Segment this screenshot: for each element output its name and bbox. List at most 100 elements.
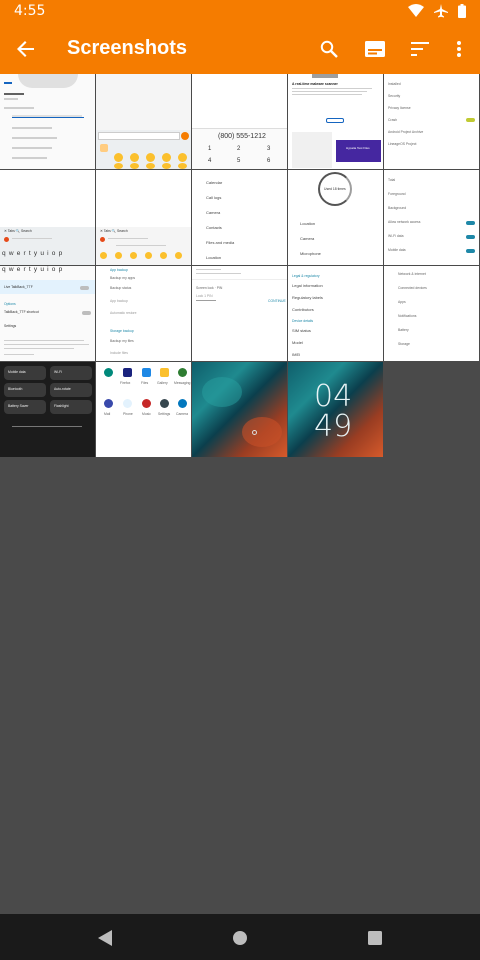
thumb-item: Model <box>292 340 303 345</box>
app-bar: Screenshots <box>0 24 480 74</box>
app-label: Messaging <box>174 381 191 385</box>
thumb-item: Privacy license <box>388 106 411 110</box>
search-button[interactable] <box>313 33 345 65</box>
thumb-item: Location <box>206 255 222 260</box>
thumb-item: Connected devices <box>398 286 427 290</box>
thumb-item: Legal information <box>292 283 323 288</box>
thumbnail-17[interactable]: Firefox Files Gallery Messaging Mail Pho… <box>96 362 191 457</box>
status-icons <box>408 4 466 18</box>
status-time: 4:55 <box>14 3 46 19</box>
thumbnail-3[interactable]: (800) 555-1212 1 2 3 4 5 6 <box>192 74 287 169</box>
navigation-bar <box>0 914 480 960</box>
thumbnail-15[interactable]: Network & internet Connected devices App… <box>384 266 479 361</box>
triangle-back-icon <box>98 930 112 946</box>
lockscreen-clock: 04 49 <box>314 379 353 444</box>
more-vert-icon <box>457 41 461 57</box>
thumb-item: Security <box>388 94 401 98</box>
thumb-item: Contacts <box>206 225 222 230</box>
thumb-item: Regulatory labels <box>292 295 323 300</box>
circle-home-icon <box>233 931 247 945</box>
thumb-item: Total <box>388 178 396 182</box>
thumb-item: IMEI <box>292 352 301 357</box>
thumb-item: Installed <box>388 82 401 86</box>
back-button[interactable] <box>10 33 42 65</box>
thumbnail-7[interactable]: ✕ Tabs 🔍 Search <box>96 170 191 265</box>
thumbnail-16[interactable]: Mobile data Wi-Fi Bluetooth Auto-rotate … <box>0 362 95 457</box>
qs-tile: Auto-rotate <box>54 387 71 391</box>
thumbnail-12[interactable]: App backup Backup my apps Backup status … <box>96 266 191 361</box>
sort-icon <box>411 42 429 56</box>
thumb-item: Foreground <box>388 192 406 196</box>
slideshow-icon <box>365 41 385 57</box>
thumb-section: Settings <box>4 324 17 328</box>
thumb-item: Files and media <box>206 240 235 245</box>
nav-back-button[interactable] <box>93 926 117 950</box>
thumb-item: Call logs <box>206 195 222 200</box>
thumb-item: Camera <box>206 210 221 215</box>
battery-icon <box>458 4 466 18</box>
thumb-item: Crash <box>388 118 398 122</box>
screenshot-grid: (800) 555-1212 1 2 3 4 5 6 A real-time m… <box>0 74 480 458</box>
thumbnail-9[interactable]: Used 18 times Location Camera Microphone <box>288 170 383 265</box>
square-recents-icon <box>368 931 382 945</box>
search-icon <box>320 40 338 58</box>
app-label: Mail <box>104 412 111 416</box>
thumbnail-11[interactable]: qwertyuiop Live TalkBack_TTF Options Tal… <box>0 266 95 361</box>
thumb-badge: Hypatia Test Files <box>346 146 370 150</box>
thumbnail-1[interactable] <box>0 74 95 169</box>
qs-tile: Bluetooth <box>8 387 23 391</box>
app-label: Files <box>141 381 149 385</box>
thumb-item: Location <box>300 221 316 226</box>
app-label: Music <box>142 412 151 416</box>
sort-button[interactable] <box>404 33 436 65</box>
thumbnail-13[interactable]: Screen lock · PIN Lock 1 PIN CONTINUE <box>192 266 287 361</box>
nav-recents-button[interactable] <box>363 926 387 950</box>
thumb-item: Camera <box>300 236 315 241</box>
thumb-item: LineageOS Project <box>388 142 417 146</box>
thumbnail-2[interactable] <box>96 74 191 169</box>
app-label: Gallery <box>157 381 168 385</box>
dialer-number: (800) 555-1212 <box>218 133 266 140</box>
app-label: Phone <box>123 412 133 416</box>
thumb-item: Background <box>388 206 407 210</box>
thumb-label: Live TalkBack_TTF <box>4 285 33 289</box>
app-label: Firefox <box>120 381 131 385</box>
thumb-item: Wi-Fi data <box>388 234 404 238</box>
thumb-item: SIM status <box>292 328 311 333</box>
thumbnail-5[interactable]: Installed Security Privacy license Crash… <box>384 74 479 169</box>
thumb-item: Storage <box>398 342 410 346</box>
thumb-item: Battery <box>398 328 409 332</box>
thumb-item: Notifications <box>398 314 417 318</box>
page-title: Screenshots <box>67 37 188 59</box>
thumb-item: Network & internet <box>398 272 426 276</box>
app-label: Settings <box>158 412 171 416</box>
thumb-item: Allow network access <box>388 220 421 224</box>
thumb-row: TalkBack_TTF shortcut <box>4 310 39 314</box>
thumbnail-18[interactable] <box>192 362 287 457</box>
nav-home-button[interactable] <box>228 926 252 950</box>
status-bar: 4:55 <box>0 0 480 24</box>
thumb-item: Calendar <box>206 180 223 185</box>
qs-tile: Wi-Fi <box>54 370 62 374</box>
thumb-item: Apps <box>398 300 406 304</box>
app-label: Camera <box>176 412 189 416</box>
thumb-item: Microphone <box>300 251 321 256</box>
thumbnail-8[interactable]: Calendar Call logs Camera Contacts Files… <box>192 170 287 265</box>
wifi-icon <box>408 4 424 17</box>
slideshow-button[interactable] <box>359 33 391 65</box>
arrow-left-icon <box>17 41 34 57</box>
qs-tile: Flashlight <box>54 404 69 408</box>
thumbnail-6[interactable]: ✕ Tabs 🔍 Search qwertyuiop <box>0 170 95 265</box>
thumbnail-10[interactable]: Total Foreground Background Allow networ… <box>384 170 479 265</box>
qs-tile: Mobile data <box>8 370 26 374</box>
thumb-item: Mobile data <box>388 248 406 252</box>
thumbnail-14[interactable]: Legal & regulatory Legal information Reg… <box>288 266 383 361</box>
thumbnail-4[interactable]: A real-time malware scanner Hypatia Test… <box>288 74 383 169</box>
thumb-item: Contributors <box>292 307 314 312</box>
thumb-center: Used 18 times <box>324 187 346 191</box>
more-options-button[interactable] <box>443 33 475 65</box>
qs-tile: Battery Saver <box>8 404 29 408</box>
thumb-item: Android Project Archive <box>388 130 424 134</box>
airplane-icon <box>434 4 448 18</box>
thumbnail-19[interactable]: 04 49 <box>288 362 383 457</box>
